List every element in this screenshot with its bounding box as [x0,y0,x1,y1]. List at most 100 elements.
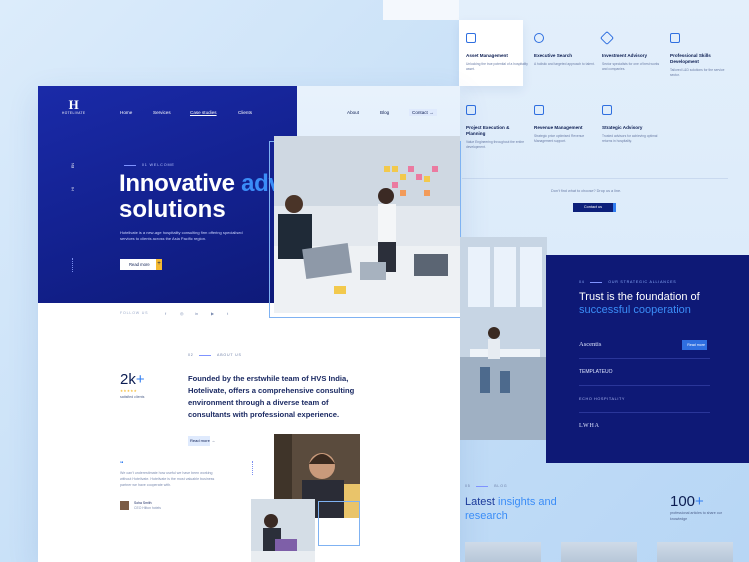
instagram-icon[interactable]: ◎ [180,311,184,316]
nav-services[interactable]: Services [153,110,171,115]
network-icon [466,105,476,115]
brand-echo-hospitality: ECHO HOSPITALITY [579,397,626,401]
building-icon [466,33,476,43]
service-desc: Sector specialists for one of best works… [602,62,660,71]
service-desc: A holistic and targeted approach to tale… [534,62,595,66]
hero-title-word: Innovative [119,170,235,197]
author-role: CEO Hilton hotels [134,506,161,510]
strategy-icon [602,105,612,115]
tag-line [476,485,489,487]
blog-thumbnail[interactable] [561,542,637,562]
service-strategic-advisory[interactable]: Strategic Advisory Trusted advisors for … [602,105,664,144]
service-investment-advisory[interactable]: Investment Advisory Sector specialists f… [599,30,664,72]
service-asset-management[interactable]: Asset Management Unlocking the true pote… [466,33,528,72]
service-revenue-management[interactable]: Revenue Management Strategic price optim… [534,105,596,144]
user-search-icon [534,33,544,43]
clients-stat-label: satisfied clients [120,395,145,399]
service-skills-development[interactable]: Professional Skills Development Tailored… [670,33,732,78]
articles-stat: 100+ [670,493,704,510]
logo-mark: H [68,97,79,112]
about-read-more-button[interactable]: Read more → [188,436,215,446]
blog-title-word: Latest [465,496,495,508]
follow-label: FOLLOW US [120,311,149,315]
meeting-photo [251,499,315,562]
image-frame [318,501,360,546]
service-project-execution[interactable]: Project Execution & Planning Value Engin… [466,105,528,150]
clients-stat: 2k+ [120,371,145,388]
divider [579,358,710,359]
logo[interactable]: H HOTELIVATE [62,97,85,115]
service-title: Revenue Management [534,125,583,130]
service-desc: Trusted advisors for achieving optimal r… [602,134,658,143]
about-tag-label: ABOUT US [217,353,242,357]
nav-contact[interactable]: Contact → [409,109,437,116]
services-question: Don't find what to choose? Drop us a lin… [551,189,622,193]
about-tag-num: 02 [188,353,194,357]
clipboard-icon [670,33,680,43]
service-title: Strategic Advisory [602,125,643,130]
office-photo [460,237,547,440]
about-tag: 02 ABOUT US [188,353,242,357]
divider [579,412,710,413]
nav-blog[interactable]: Blog [380,110,389,115]
lang-en[interactable]: EN [71,163,75,168]
clients-stat-plus: + [135,371,145,388]
welcome-num: 01 [141,163,148,167]
divider [462,178,728,179]
blog-title-accent: insights and [498,496,557,508]
nav-home[interactable]: Home [120,110,132,115]
service-title: Professional Skills Development [670,53,711,64]
blog-tag-label: BLOG [494,484,508,488]
blog-thumbnail[interactable] [465,542,541,562]
hero-read-more-button[interactable]: Read more [120,259,162,270]
articles-stat-plus: + [695,493,704,510]
alliances-tag: 04 OUR STRATEGIC ALLIANCES [579,280,677,284]
hero-title-line2: solutions [119,196,226,223]
alliances-tag-num: 04 [579,280,585,284]
blog-tag: 05 BLOG [465,484,507,488]
hero-team-photo [274,136,460,313]
blog-thumbnail[interactable] [657,542,733,562]
about-read-more-label: Read more [188,436,210,446]
service-executive-search[interactable]: Executive Search A holistic and targeted… [534,33,596,67]
testimonial-nav[interactable] [252,461,253,475]
clients-stat-value: 2k [120,371,136,388]
blog-title: Latest insights and research [465,496,557,523]
linkedin-icon[interactable]: in [195,311,198,316]
youtube-icon[interactable]: ▶ [211,311,214,316]
brand-templateuo: TEMPLATEUO [579,369,613,375]
welcome-label: WELCOME [149,163,175,167]
nav-about[interactable]: About [347,110,359,115]
contact-us-button[interactable]: Contact us [573,203,616,212]
blog-tag-num: 05 [465,484,471,488]
articles-stat-value: 100 [670,493,696,510]
hero-lead: Hotelivate is a new-age hospitality cons… [120,230,243,241]
brand-ascentis: Ascentis [579,341,602,348]
tag-line [590,281,603,283]
lang-hi[interactable]: HI [71,187,75,191]
nav-case-studies[interactable]: Case studies [190,110,217,115]
divider [579,385,710,386]
service-title: Investment Advisory [602,53,648,58]
nav-clients[interactable]: Clients [238,110,252,115]
about-text: Founded by the erstwhile team of HVS Ind… [188,374,355,420]
facebook-icon[interactable]: f [165,311,166,316]
service-title: Project Execution & Planning [466,125,510,136]
twitter-icon[interactable]: t [227,311,228,316]
quote-icon: “ [120,461,124,468]
alliances-read-more-button[interactable]: Read more [682,340,707,350]
arrow-right-icon: → [211,438,216,443]
tag-icon [599,30,615,46]
articles-stat-label: professional articles to share our knowl… [670,511,722,521]
testimonial-author: Soha Smith CEO Hilton hotels [134,501,161,511]
service-title: Asset Management [466,53,508,58]
rating-stars: ★★★★★ [120,389,138,393]
arrow-right-icon: → [429,110,434,115]
avatar [120,501,129,510]
service-desc: Strategic price optimised Revenue Manage… [534,134,585,143]
service-desc: Tailored L&D solutions for the service s… [670,68,725,77]
alliances-panel [546,255,749,463]
tag-line [199,354,212,356]
slider-dots[interactable] [72,258,74,272]
nav-contact-label: Contact [412,110,428,115]
